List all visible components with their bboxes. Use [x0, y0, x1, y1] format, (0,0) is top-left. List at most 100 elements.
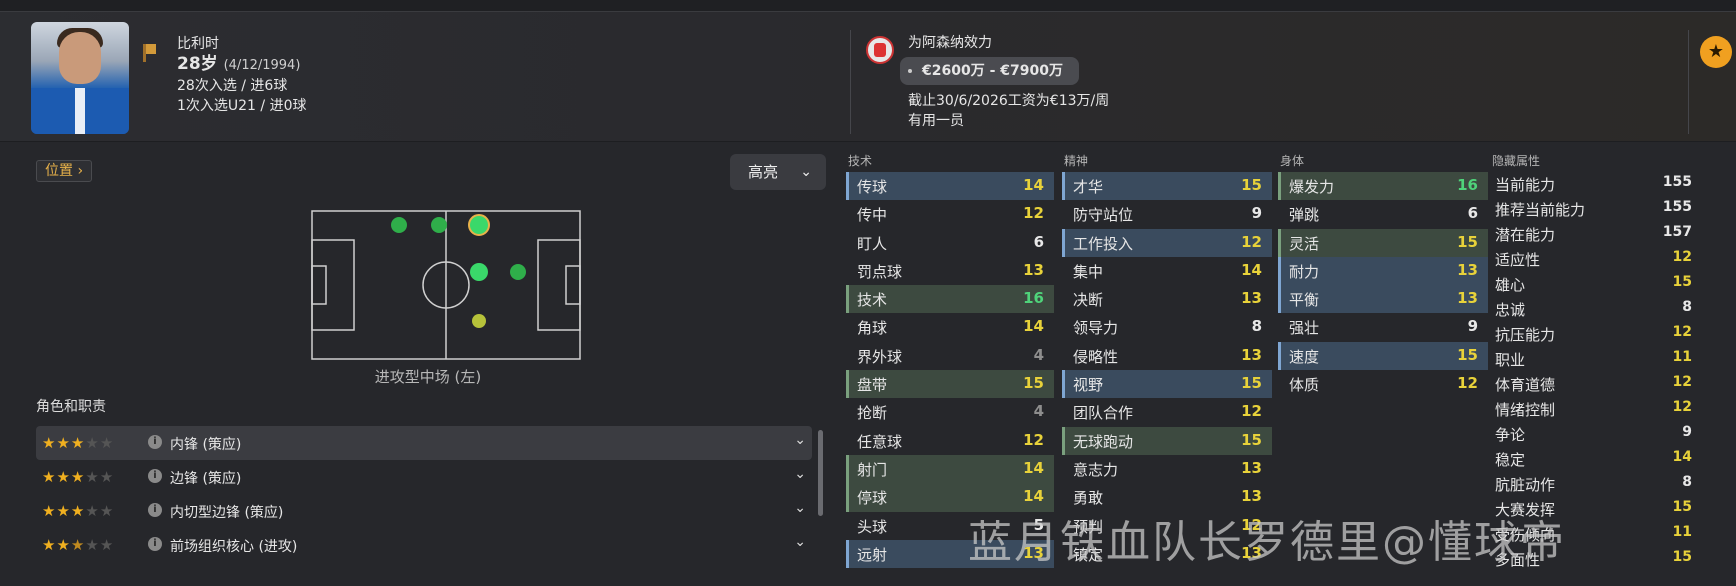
- attribute-name: 团队合作: [1073, 404, 1134, 423]
- attribute-row[interactable]: 稳定 14: [1490, 447, 1698, 472]
- position-label: 进攻型中场 (左): [374, 368, 482, 386]
- attribute-row[interactable]: 灵活 15: [1278, 228, 1488, 257]
- attribute-row[interactable]: 推荐当前能力 155: [1490, 197, 1698, 222]
- attribute-row[interactable]: 罚点球 13: [846, 257, 1054, 285]
- attribute-row[interactable]: 防守站位 9: [1062, 200, 1272, 228]
- info-icon[interactable]: i: [148, 469, 162, 483]
- attribute-value: 16: [1457, 176, 1478, 194]
- attribute-row[interactable]: 情绪控制 12: [1490, 397, 1698, 422]
- attribute-row[interactable]: 射门 14: [846, 454, 1054, 484]
- attribute-name: 领导力: [1073, 319, 1119, 338]
- attribute-row[interactable]: 忠诚 8: [1490, 297, 1698, 322]
- attribute-value: 8: [1682, 474, 1692, 490]
- attribute-row[interactable]: 决断 13: [1062, 285, 1272, 313]
- club-badge-icon[interactable]: [866, 36, 894, 64]
- attribute-row[interactable]: 侵略性 13: [1062, 342, 1272, 370]
- attribute-row[interactable]: 肮脏动作 8: [1490, 472, 1698, 497]
- player-photo: [31, 22, 129, 134]
- attribute-name: 适应性: [1495, 251, 1541, 269]
- attribute-value: 12: [1672, 374, 1692, 390]
- player-info: 比利时 28岁 (4/12/1994) 28次入选 / 进6球 1次入选U21 …: [177, 34, 307, 116]
- attribute-group-title: 精神: [1064, 154, 1089, 168]
- attribute-row[interactable]: 体育道德 12: [1490, 372, 1698, 397]
- attribute-row[interactable]: 适应性 12: [1490, 247, 1698, 272]
- role-item[interactable]: ★★★★★ i 前场组织核心 (进攻) ⌄: [36, 528, 812, 562]
- position-dot: [472, 314, 486, 328]
- attribute-row[interactable]: 强壮 9: [1278, 313, 1488, 341]
- attribute-name: 爆发力: [1289, 178, 1335, 196]
- attribute-value: 13: [1241, 458, 1262, 477]
- attribute-row[interactable]: 集中 14: [1062, 257, 1272, 285]
- attribute-name: 角球: [857, 319, 888, 338]
- nationality[interactable]: 比利时: [177, 34, 307, 54]
- attribute-row[interactable]: 争论 9: [1490, 422, 1698, 447]
- attribute-name: 视野: [1073, 376, 1104, 395]
- attribute-row[interactable]: 工作投入 12: [1062, 228, 1272, 257]
- attribute-name: 当前能力: [1495, 176, 1556, 194]
- attribute-row[interactable]: 技术 16: [846, 285, 1054, 314]
- attribute-row[interactable]: 领导力 8: [1062, 313, 1272, 341]
- attribute-name: 技术: [857, 291, 888, 310]
- attribute-row[interactable]: 团队合作 12: [1062, 398, 1272, 426]
- shortlist-star-icon[interactable]: ★: [1700, 36, 1732, 68]
- attribute-row[interactable]: 职业 11: [1490, 347, 1698, 372]
- chevron-down-icon[interactable]: ⌄: [794, 432, 806, 448]
- attribute-row[interactable]: 传球 14: [846, 172, 1054, 201]
- attribute-row[interactable]: 传中 12: [846, 200, 1054, 228]
- attribute-row[interactable]: 盯人 6: [846, 229, 1054, 257]
- role-name: 前场组织核心 (进攻): [170, 539, 298, 555]
- attribute-value: 14: [1672, 449, 1692, 465]
- attribute-value: 155: [1662, 199, 1692, 215]
- position-dot-natural: [468, 214, 490, 236]
- attribute-group-title: 身体: [1280, 154, 1305, 168]
- attribute-row[interactable]: 无球跑动 15: [1062, 426, 1272, 455]
- attribute-row[interactable]: 界外球 4: [846, 342, 1054, 370]
- attribute-name: 潜在能力: [1495, 226, 1556, 244]
- star-rating-icon: ★★★★★: [42, 468, 115, 486]
- attribute-value: 6: [1033, 232, 1044, 251]
- attribute-value: 15: [1672, 499, 1692, 515]
- attribute-name: 传中: [857, 206, 888, 225]
- position-button[interactable]: 位置 ›: [36, 160, 93, 182]
- attribute-value: 15: [1023, 374, 1044, 393]
- attribute-row[interactable]: 任意球 12: [846, 427, 1054, 455]
- plays-for[interactable]: 为阿森纳效力: [908, 33, 1109, 53]
- attribute-row[interactable]: 潜在能力 157: [1490, 222, 1698, 247]
- role-item[interactable]: ★★★★★ i 内锋 (策应) ⌄: [36, 426, 812, 460]
- attribute-row[interactable]: 爆发力 16: [1278, 172, 1488, 201]
- role-item[interactable]: ★★★★★ i 内切型边锋 (策应) ⌄: [36, 494, 812, 528]
- role-item[interactable]: ★★★★★ i 边锋 (策应) ⌄: [36, 460, 812, 494]
- national-caps: 28次入选 / 进6球: [177, 78, 288, 94]
- transfer-value-badge[interactable]: €2600万 - €7900万: [900, 57, 1079, 85]
- attribute-value: 12: [1241, 402, 1262, 421]
- info-icon[interactable]: i: [148, 503, 162, 517]
- attribute-value: 12: [1457, 374, 1478, 393]
- watermark: 蓝月铁血队长罗德里@懂球帝: [968, 517, 1566, 568]
- attribute-row[interactable]: 雄心 15: [1490, 272, 1698, 297]
- attribute-name: 停球: [857, 489, 888, 508]
- highlight-dropdown[interactable]: 高亮 ⌄: [730, 154, 826, 190]
- attribute-row[interactable]: 弹跳 6: [1278, 200, 1488, 228]
- chevron-down-icon[interactable]: ⌄: [794, 466, 806, 482]
- attribute-row[interactable]: 速度 15: [1278, 341, 1488, 371]
- info-icon[interactable]: i: [148, 435, 162, 449]
- scrollbar[interactable]: [818, 430, 823, 516]
- attribute-name: 情绪控制: [1495, 401, 1556, 419]
- roles-title: 角色和职责: [36, 399, 106, 415]
- attribute-row[interactable]: 抗压能力 12: [1490, 322, 1698, 347]
- attribute-row[interactable]: 当前能力 155: [1490, 172, 1698, 197]
- attribute-row[interactable]: 盘带 15: [846, 370, 1054, 399]
- attribute-row[interactable]: 平衡 13: [1278, 285, 1488, 314]
- attribute-row[interactable]: 角球 14: [846, 313, 1054, 341]
- attribute-row[interactable]: 意志力 13: [1062, 455, 1272, 483]
- attribute-value: 8: [1682, 299, 1692, 315]
- attribute-row[interactable]: 耐力 13: [1278, 256, 1488, 286]
- attribute-value: 14: [1023, 487, 1044, 506]
- chevron-down-icon[interactable]: ⌄: [794, 534, 806, 550]
- attribute-row[interactable]: 才华 15: [1062, 172, 1272, 201]
- attribute-row[interactable]: 抢断 4: [846, 398, 1054, 426]
- chevron-down-icon[interactable]: ⌄: [794, 500, 806, 516]
- attribute-row[interactable]: 视野 15: [1062, 370, 1272, 399]
- info-icon[interactable]: i: [148, 537, 162, 551]
- attribute-row[interactable]: 体质 12: [1278, 370, 1488, 398]
